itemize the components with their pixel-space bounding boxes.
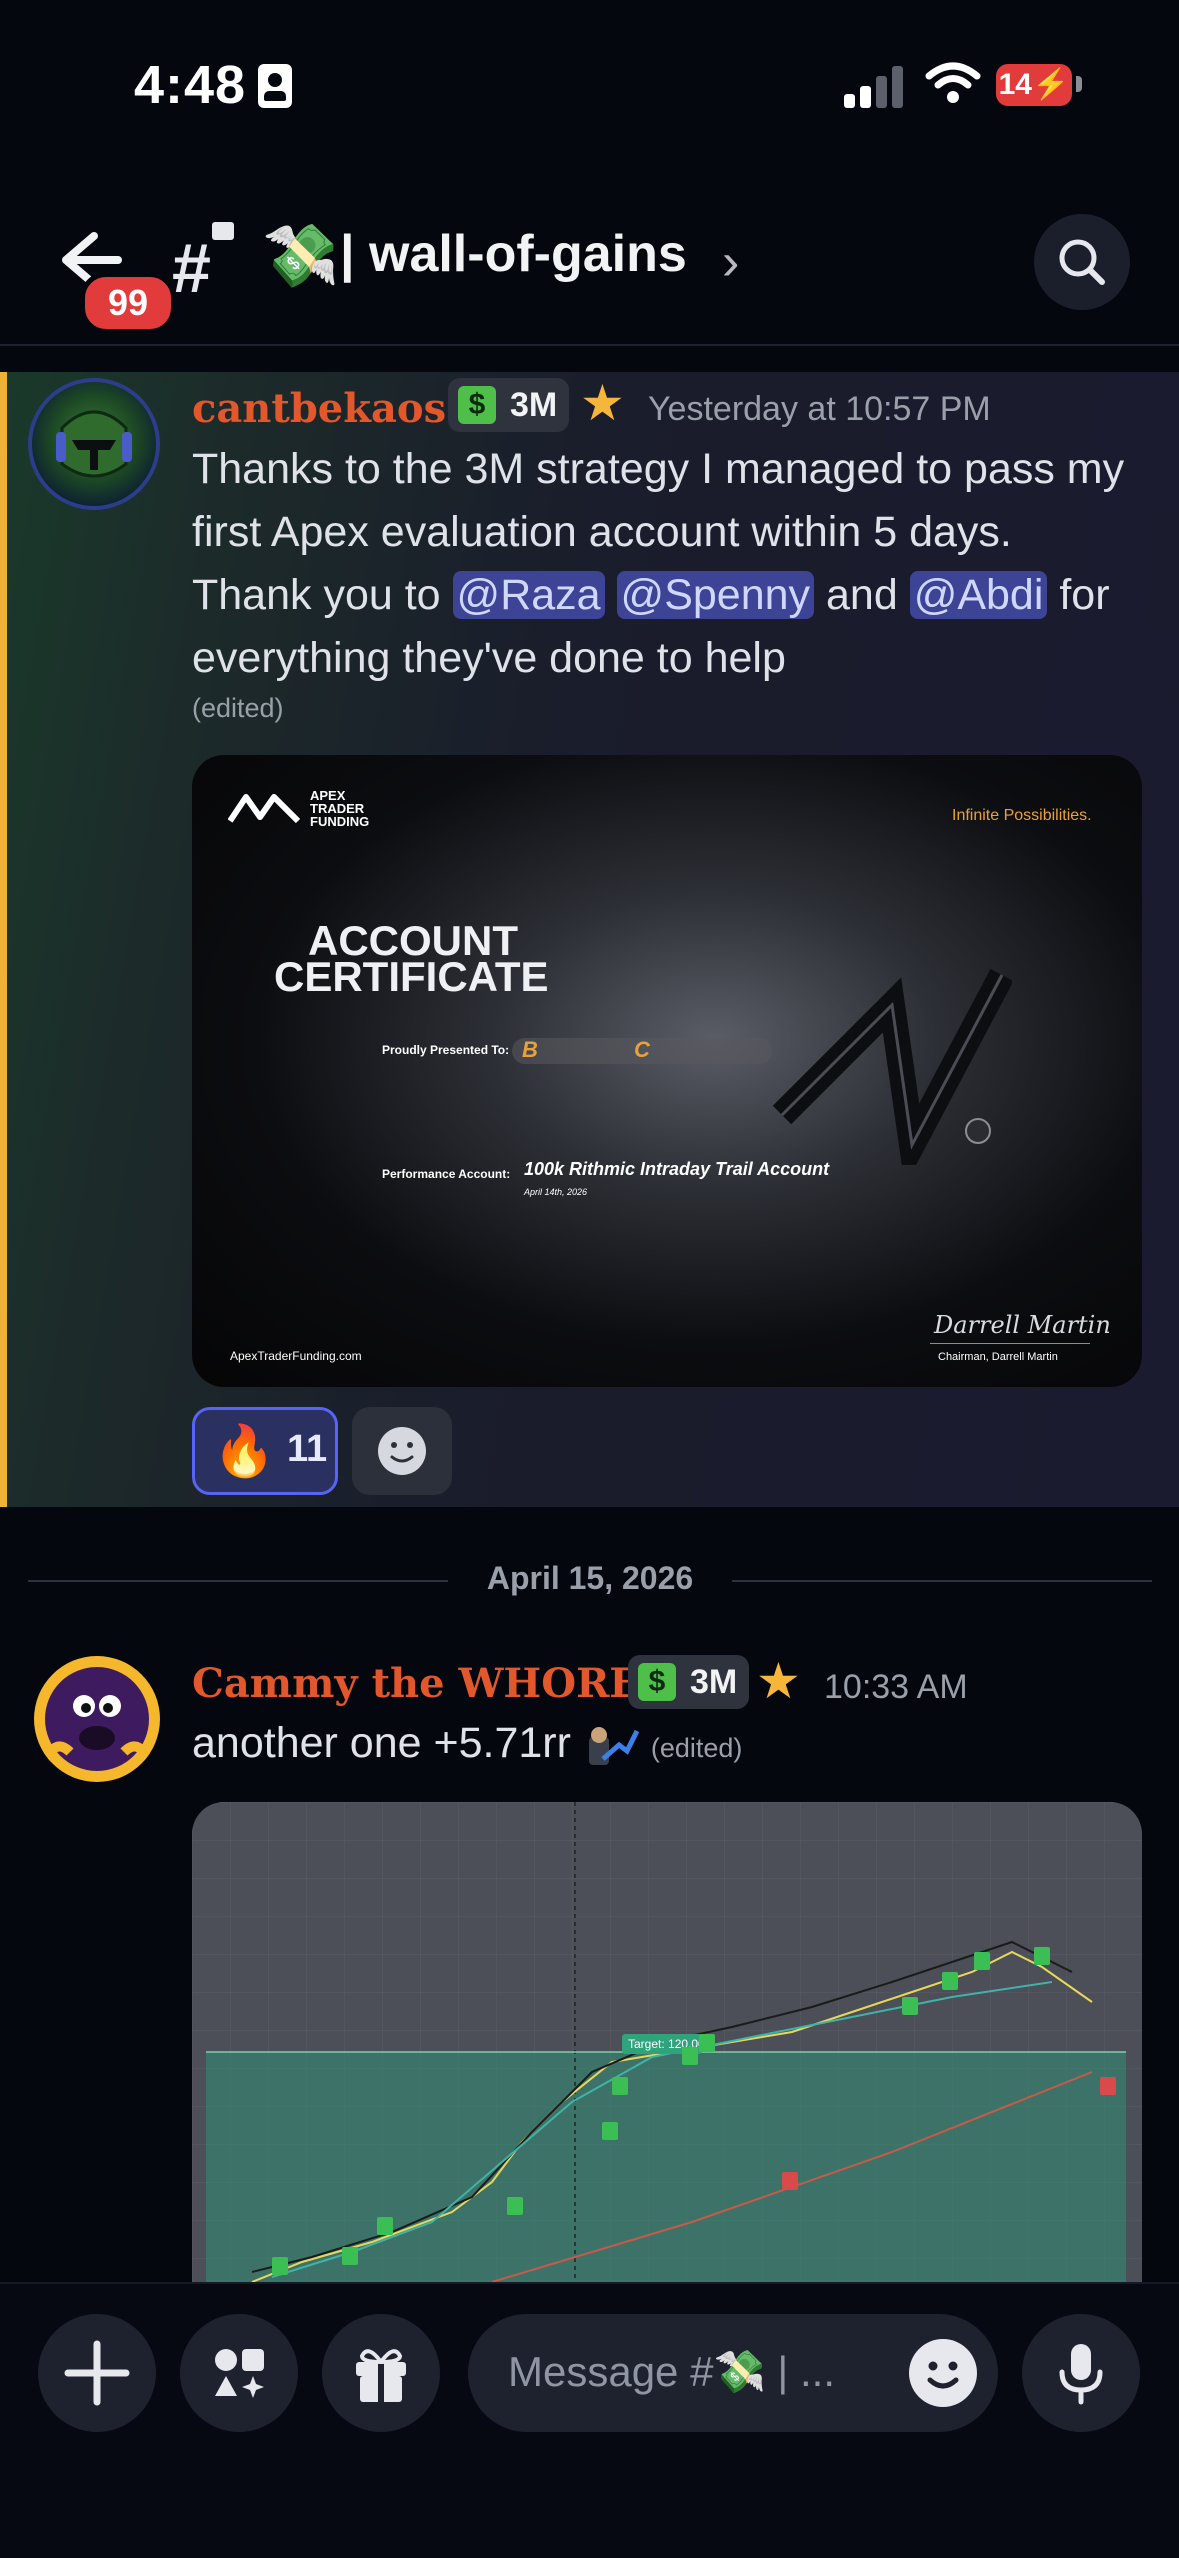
role-icon: $ [458,386,496,424]
plus-icon [64,2340,130,2406]
status-time: 4:48 [134,55,247,115]
signature: Darrell Martin [934,1311,1111,1339]
brand-name: APEX TRADER FUNDING [310,788,370,829]
highlight-bar [0,372,7,1507]
avatar[interactable] [28,378,160,510]
performance-label: Performance Account: [382,1167,511,1181]
smile-icon [909,2339,977,2407]
divider-line-right [732,1580,1152,1582]
gift-button[interactable] [322,2314,440,2432]
star-icon: ★ [580,375,625,431]
add-attachment-button[interactable] [38,2314,156,2432]
certificate-date: April 14th, 2026 [524,1187,588,1197]
signature-line [930,1343,1090,1344]
mention-raza[interactable]: @Raza [452,571,605,619]
username[interactable]: Cammy the WHORE [192,1660,640,1707]
trading-chart-graphic: Target: 120.00 [192,1802,1142,2282]
message-content: Thanks to the 3M strategy I managed to p… [192,445,1125,682]
apex-logo-icon [228,794,300,824]
tagline: Infinite Possibilities. [952,807,1092,824]
reaction-count: 11 [287,1428,328,1470]
website: ApexTraderFunding.com [230,1349,362,1363]
apex-emblem-icon [772,968,1012,1165]
certificate-image[interactable]: APEX TRADER FUNDING Infinite Possibiliti… [192,755,1142,1387]
channel-hash-icon: # [172,229,211,307]
edited-label: (edited) [650,1733,743,1763]
star-icon: ★ [756,1653,801,1709]
smile-icon [378,1427,426,1475]
message-composer: Message #💸 | ... [0,2282,1179,2558]
cellular-signal-icon [844,64,904,108]
edited-label: (edited) [192,693,284,723]
apps-icon [215,2349,264,2398]
certificate-title: ACCOUNT CERTIFICATE [274,917,549,1000]
mention-abdi[interactable]: @Abdi [909,571,1048,619]
wifi-icon [925,62,981,103]
message-content: another one +5.71rr (edited) [192,1719,743,1768]
mic-icon [1059,2344,1103,2405]
trading-chart-image[interactable]: Target: 120.00 [192,1802,1142,2282]
reaction-fire[interactable]: 🔥 11 [192,1407,338,1495]
mention-spenny[interactable]: @Spenny [616,571,815,619]
lock-icon [212,222,234,240]
gift-icon [356,2349,406,2402]
message-timestamp: Yesterday at 10:57 PM [648,390,991,428]
monster-avatar-icon [39,1667,155,1771]
voice-message-button[interactable] [1022,2314,1140,2432]
avatar[interactable] [34,1656,160,1782]
account-name: 100k Rithmic Intraday Trail Account [524,1159,830,1179]
chevron-right-icon[interactable]: › [722,232,739,292]
date-divider: April 15, 2026 [28,1560,1152,1600]
status-bar: 4:48 14⚡ [0,0,1179,180]
emoji-picker-button[interactable] [906,2336,980,2410]
role-tag[interactable]: $3M [448,378,570,432]
message-timestamp: 10:33 AM [824,1668,968,1706]
id-card-icon [258,64,292,108]
recipient-initial-2: C [634,1037,650,1062]
date-label: April 15, 2026 [486,1560,694,1596]
signer-title: Chairman, Darrell Martin [938,1351,1058,1363]
battery-indicator: 14⚡ [996,64,1072,106]
channel-header: 99 # 💸 | wall-of-gains › [0,180,1179,346]
channel-title[interactable]: | wall-of-gains [340,224,687,284]
username[interactable]: cantbekaos [192,385,446,432]
stonks-emoji [583,1724,640,1768]
battery-tip [1076,76,1082,92]
role-tag[interactable]: $3M [628,1655,750,1709]
message-placeholder: Message #💸 | ... [508,2348,835,2395]
fire-emoji: 🔥 [213,1423,276,1479]
apps-button[interactable] [180,2314,298,2432]
helmet-icon [56,410,132,478]
add-reaction-button[interactable] [352,1407,452,1495]
unread-count-badge: 99 [80,272,176,334]
money-wings-emoji: 💸 [262,222,340,291]
search-button[interactable] [1034,214,1130,310]
presented-label: Proudly Presented To: [382,1043,510,1057]
recipient-initial-1: B [522,1037,538,1062]
search-icon [1059,239,1105,285]
role-icon: $ [638,1663,676,1701]
